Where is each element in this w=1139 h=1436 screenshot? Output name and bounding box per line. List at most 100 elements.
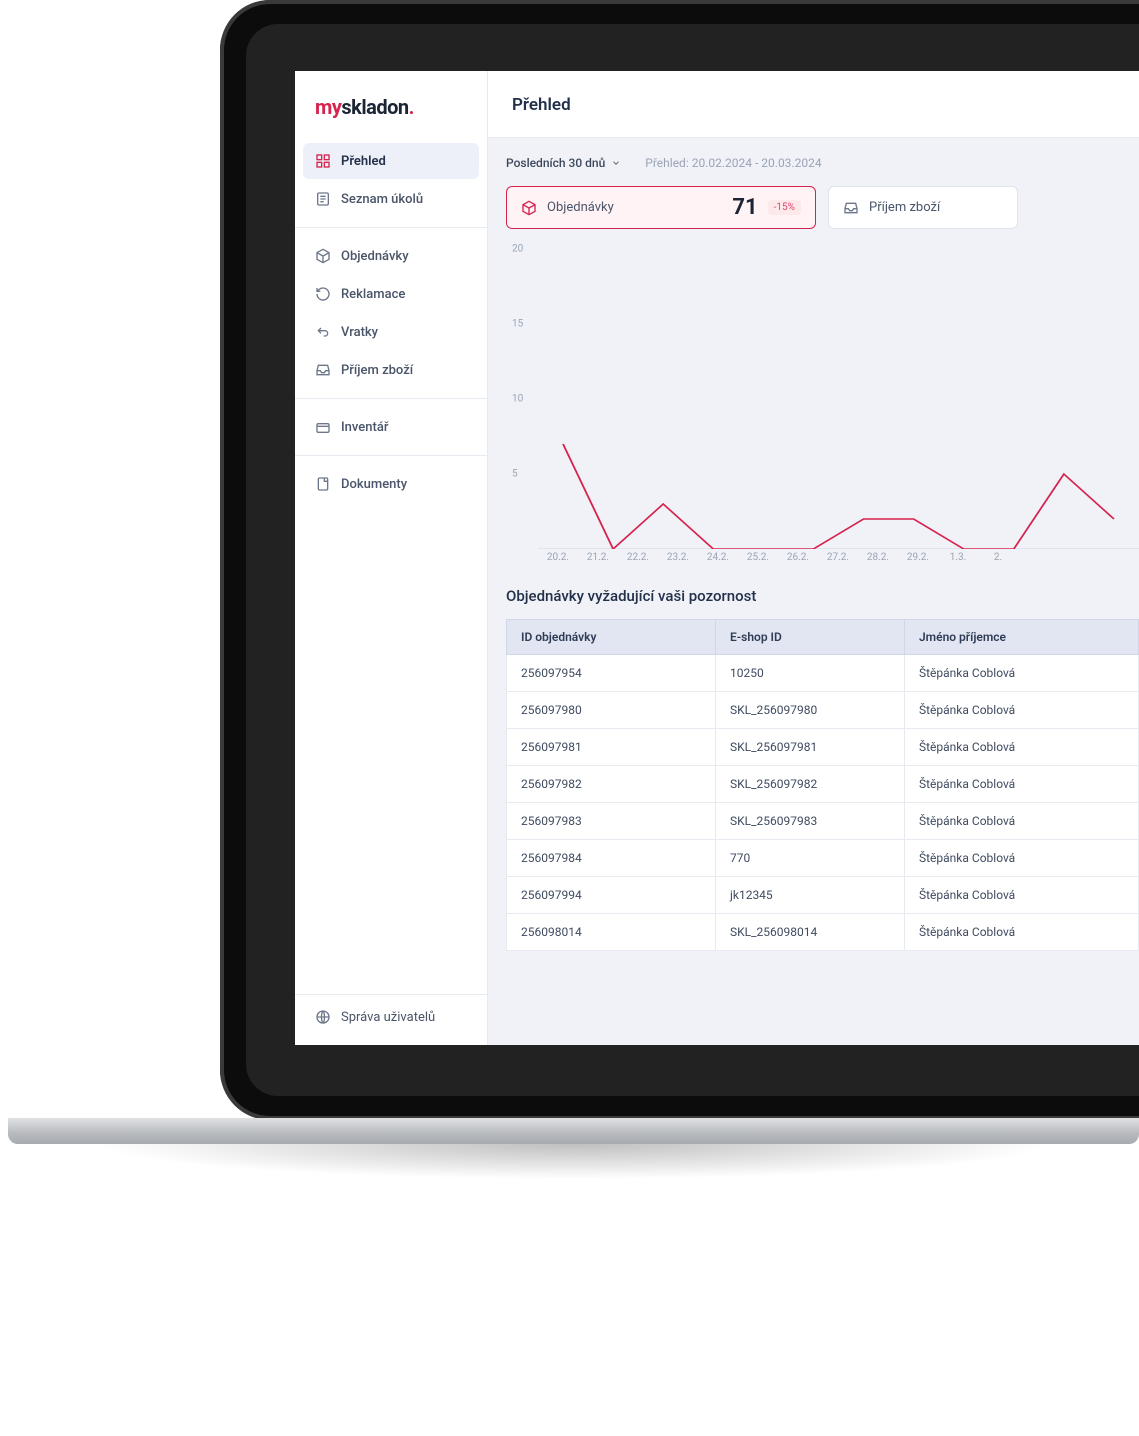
table-cell: Štěpánka Coblová [905,655,1139,692]
page-header: Přehled [488,71,1139,138]
laptop-shadow [8,1144,1139,1194]
inbox-icon [843,200,859,216]
table-cell: 256097983 [507,803,716,840]
sidebar-nav: Přehled Seznam úkolů Objednávky [295,137,487,994]
sidebar-item-prehled[interactable]: Přehled [303,143,479,179]
table-cell: 256097994 [507,877,716,914]
sidebar-item-inventar[interactable]: Inventář [303,409,479,445]
table-header-cell[interactable]: E-shop ID [716,620,905,655]
sidebar-item-label: Vratky [341,325,378,340]
stat-card-prijem-zbozi[interactable]: Příjem zboží [828,186,1018,229]
date-range-selector[interactable]: Posledních 30 dnů [506,156,621,170]
table-row[interactable]: 256097981SKL_256097981Štěpánka Coblová [507,729,1139,766]
chart-y-tick: 15 [512,319,523,330]
chart-x-tick: 29.2. [898,552,938,563]
sidebar-item-label: Přehled [341,154,386,169]
table-header-cell[interactable]: Jméno příjemce [905,620,1139,655]
main-content: Přehled Posledních 30 dnů Přehled: 20.02.… [488,71,1139,1045]
sidebar-item-label: Reklamace [341,287,405,302]
stat-card-delta: -15% [768,200,801,215]
table-cell: SKL_256097982 [716,766,905,803]
stat-card-objednavky[interactable]: Objednávky 71 -15% [506,186,816,229]
table-title: Objednávky vyžadující vaši pozornost [506,587,1139,605]
table-cell: 10250 [716,655,905,692]
table-row[interactable]: 25609795410250Štěpánka Coblová [507,655,1139,692]
chart-x-tick: 2. [978,552,1018,563]
table-cell: jk12345 [716,877,905,914]
sidebar-item-reklamace[interactable]: Reklamace [303,276,479,312]
table-cell: 256097980 [507,692,716,729]
table-row[interactable]: 256097984770Štěpánka Coblová [507,840,1139,877]
app-screen: myskladon. Přehled Seznam úkolů [295,71,1139,1045]
table-cell: SKL_256097981 [716,729,905,766]
table-cell: Štěpánka Coblová [905,803,1139,840]
table-cell: Štěpánka Coblová [905,766,1139,803]
sidebar-footer-item-users[interactable]: Správa uživatelů [295,994,487,1045]
table-cell: 256097981 [507,729,716,766]
sidebar-item-objednavky[interactable]: Objednávky [303,238,479,274]
chart-x-tick: 20.2. [538,552,578,563]
date-range-display: Přehled: 20.02.2024 - 20.03.2024 [645,156,821,170]
sidebar-item-label: Seznam úkolů [341,192,423,207]
table-cell: SKL_256097983 [716,803,905,840]
chart-x-tick: 23.2. [658,552,698,563]
sidebar-item-label: Objednávky [341,249,409,264]
table-cell: Štěpánka Coblová [905,729,1139,766]
inventory-icon [315,419,331,435]
table-row[interactable]: 256097994jk12345Štěpánka Coblová [507,877,1139,914]
sidebar-item-label: Příjem zboží [341,363,413,378]
doc-icon [315,476,331,492]
list-icon [315,191,331,207]
table-cell: 256098014 [507,914,716,951]
table-cell: Štěpánka Coblová [905,914,1139,951]
table-cell: 256097954 [507,655,716,692]
table-cell: SKL_256097980 [716,692,905,729]
brand-logo: myskladon. [295,71,487,137]
chart-x-tick: 25.2. [738,552,778,563]
table-row[interactable]: 256097983SKL_256097983Štěpánka Coblová [507,803,1139,840]
chart-x-tick: 1.3. [938,552,978,563]
stat-card-value: 71 [732,195,757,220]
chart-y-tick: 10 [512,394,523,405]
chart-x-tick: 27.2. [818,552,858,563]
stat-card-label: Příjem zboží [869,200,940,215]
date-range-label: Posledních 30 dnů [506,156,605,170]
sidebar-item-seznam-ukolu[interactable]: Seznam úkolů [303,181,479,217]
date-range-value: 20.02.2024 - 20.03.2024 [692,156,822,170]
laptop-base [8,1118,1139,1144]
sidebar: myskladon. Přehled Seznam úkolů [295,71,488,1045]
table-cell: Štěpánka Coblová [905,840,1139,877]
sidebar-item-prijem-zbozi[interactable]: Příjem zboží [303,352,479,388]
sidebar-item-vratky[interactable]: Vratky [303,314,479,350]
return-icon [315,324,331,340]
chart-x-tick: 24.2. [698,552,738,563]
cube-icon [521,200,537,216]
grid-icon [315,153,331,169]
inbox-icon [315,362,331,378]
chart-y-tick: 20 [512,244,523,255]
table-header-cell[interactable]: ID objednávky [507,620,716,655]
table-cell: SKL_256098014 [716,914,905,951]
chart-x-tick: 26.2. [778,552,818,563]
page-title: Přehled [512,95,1115,115]
stat-card-label: Objednávky [547,200,614,215]
table-cell: Štěpánka Coblová [905,877,1139,914]
chevron-down-icon [611,158,621,168]
brand-suffix: . [409,95,414,119]
orders-chart: 2015105 20.2.21.2.22.2.23.2.24.2.25.2.26… [506,239,1139,569]
table-row[interactable]: 256098014SKL_256098014Štěpánka Coblová [507,914,1139,951]
brand-prefix: my [315,95,341,119]
chart-x-tick: 28.2. [858,552,898,563]
overview-label: Přehled: [645,156,688,170]
sidebar-footer-label: Správa uživatelů [341,1010,435,1025]
chart-x-tick: 21.2. [578,552,618,563]
undo-icon [315,286,331,302]
table-cell: Štěpánka Coblová [905,692,1139,729]
sidebar-item-label: Dokumenty [341,477,407,492]
table-cell: 256097982 [507,766,716,803]
table-cell: 770 [716,840,905,877]
table-row[interactable]: 256097980SKL_256097980Štěpánka Coblová [507,692,1139,729]
chart-x-tick: 22.2. [618,552,658,563]
sidebar-item-dokumenty[interactable]: Dokumenty [303,466,479,502]
table-row[interactable]: 256097982SKL_256097982Štěpánka Coblová [507,766,1139,803]
